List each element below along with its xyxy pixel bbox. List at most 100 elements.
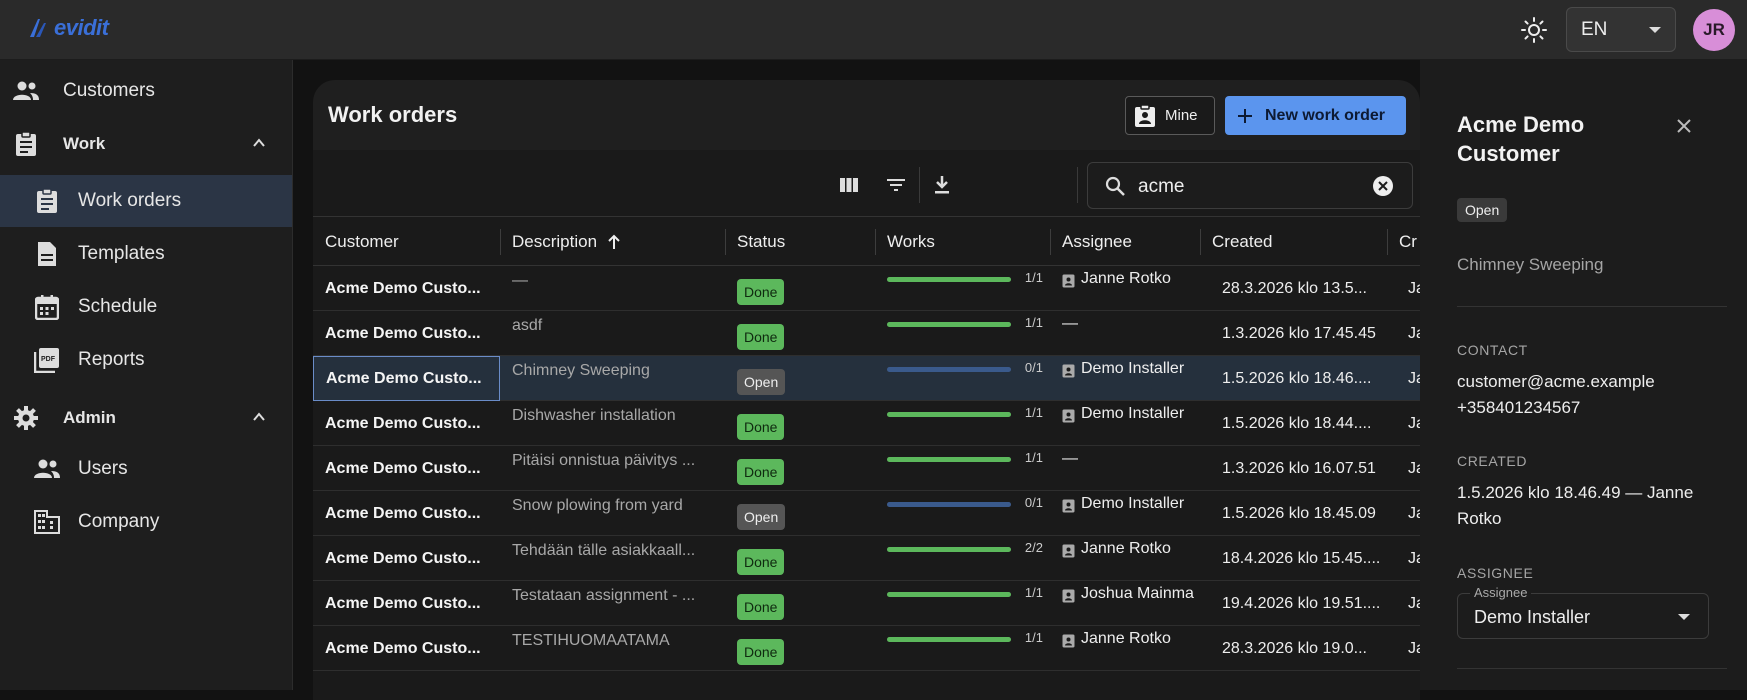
cell-customer[interactable]: Acme Demo Custo... bbox=[313, 266, 500, 311]
language-select[interactable]: EN bbox=[1566, 7, 1676, 52]
works-progress-bar bbox=[887, 547, 1011, 552]
sidebar-item-templates[interactable]: Templates bbox=[0, 228, 292, 280]
mine-filter-button[interactable]: Mine bbox=[1125, 96, 1215, 135]
table-row[interactable]: Acme Demo Custo... Chimney Sweeping Open 0/… bbox=[313, 356, 1420, 401]
app-logo[interactable]: evidit bbox=[26, 12, 109, 44]
cell-created: 1.5.2026 klo 18.46.... bbox=[1222, 369, 1372, 387]
cell-assignee: Janne Rotko bbox=[1062, 536, 1210, 581]
person-badge-icon bbox=[1062, 585, 1075, 603]
new-work-order-button[interactable]: New work order bbox=[1225, 96, 1406, 135]
cell-works: 1/1 bbox=[887, 266, 1047, 311]
cell-customer[interactable]: Acme Demo Custo... bbox=[313, 536, 500, 581]
clear-search-icon[interactable] bbox=[1372, 175, 1394, 197]
sidebar-group-admin[interactable]: Admin bbox=[0, 392, 292, 444]
cell-works: 1/1 bbox=[887, 311, 1047, 356]
person-badge-icon bbox=[1062, 405, 1075, 423]
sidebar-item-reports[interactable]: PDF Reports bbox=[0, 334, 292, 386]
cell-created-by: Jan bbox=[1408, 639, 1420, 657]
cell-description: Snow plowing from yard bbox=[512, 497, 683, 514]
cell-works: 1/1 bbox=[887, 581, 1047, 626]
sidebar-group-work[interactable]: Work bbox=[0, 118, 292, 170]
cell-customer[interactable]: Acme Demo Custo... bbox=[313, 446, 500, 491]
works-progress-bar bbox=[887, 637, 1011, 642]
cell-description: Testataan assignment - ... bbox=[512, 587, 696, 604]
assignee-name: — bbox=[1062, 315, 1078, 332]
assignee-name: — bbox=[1062, 450, 1078, 467]
export-button[interactable] bbox=[929, 172, 955, 198]
cell-customer[interactable]: Acme Demo Custo... bbox=[313, 581, 500, 626]
cell-customer[interactable]: Acme Demo Custo... bbox=[313, 626, 500, 671]
filter-button[interactable] bbox=[883, 172, 909, 198]
theme-toggle-button[interactable] bbox=[1518, 14, 1550, 46]
column-header-description[interactable]: Description bbox=[500, 217, 725, 267]
cell-assignee: Janne Rotko bbox=[1062, 266, 1210, 311]
sidebar: Customers Work Work orders Templates Sch… bbox=[0, 60, 293, 690]
building-icon bbox=[33, 508, 61, 536]
cell-created-by: Jan bbox=[1408, 549, 1420, 567]
sidebar-item-users[interactable]: Users bbox=[0, 443, 292, 495]
cell-customer[interactable]: Acme Demo Custo... bbox=[313, 401, 500, 446]
sidebar-item-company[interactable]: Company bbox=[0, 496, 292, 548]
panel-status-badge: Open bbox=[1457, 198, 1508, 222]
cell-works: 1/1 bbox=[887, 401, 1047, 446]
table-row[interactable]: Acme Demo Custo... Snow plowing from yard… bbox=[313, 491, 1420, 536]
contact-phone[interactable]: +358401234567 bbox=[1457, 395, 1727, 421]
sidebar-item-label: Reports bbox=[78, 349, 145, 370]
table-row[interactable]: Acme Demo Custo... TESTIHUOMAATAMA Done 1/1… bbox=[313, 626, 1420, 671]
cell-assignee: Demo Installer bbox=[1062, 356, 1210, 401]
cell-created: 18.4.2026 klo 15.45.... bbox=[1222, 549, 1380, 567]
cell-status: Done bbox=[737, 401, 877, 446]
chevron-down-icon bbox=[1649, 27, 1661, 33]
column-header-works[interactable]: Works bbox=[875, 217, 1050, 267]
column-header-status[interactable]: Status bbox=[725, 217, 875, 267]
clipboard-icon bbox=[12, 130, 40, 158]
created-heading: CREATED bbox=[1457, 453, 1528, 469]
search-field[interactable]: acme bbox=[1087, 162, 1413, 209]
works-count: 1/1 bbox=[1024, 585, 1043, 600]
cell-customer[interactable]: Acme Demo Custo... bbox=[313, 491, 500, 536]
works-progress-fill bbox=[887, 547, 1011, 552]
cell-created: 1.3.2026 klo 17.45.45 bbox=[1222, 324, 1376, 342]
contact-email[interactable]: customer@acme.example bbox=[1457, 369, 1727, 395]
cell-customer[interactable]: Acme Demo Custo... bbox=[313, 356, 500, 401]
cell-works: 0/1 bbox=[887, 491, 1047, 536]
cell-status: Done bbox=[737, 626, 877, 671]
works-count: 1/1 bbox=[1024, 315, 1043, 330]
toolbar-divider bbox=[1077, 167, 1078, 203]
close-icon[interactable] bbox=[1676, 118, 1692, 134]
sort-ascending-icon[interactable] bbox=[607, 234, 621, 250]
search-icon bbox=[1105, 176, 1125, 196]
gear-icon bbox=[12, 404, 40, 432]
cell-description: TESTIHUOMAATAMA bbox=[512, 632, 670, 649]
status-badge: Open bbox=[737, 368, 786, 395]
table-row[interactable]: Acme Demo Custo... Tehdään tälle asiakkaa… bbox=[313, 536, 1420, 581]
cell-created-by: Jan bbox=[1408, 279, 1420, 297]
cell-status: Done bbox=[737, 446, 877, 491]
search-input[interactable]: acme bbox=[1138, 176, 1184, 198]
sidebar-item-customers[interactable]: Customers bbox=[0, 65, 292, 117]
table-row[interactable]: Acme Demo Custo... — Done 1/1 Janne Rotko 28.… bbox=[313, 266, 1420, 311]
cell-customer[interactable]: Acme Demo Custo... bbox=[313, 311, 500, 356]
sidebar-item-schedule[interactable]: Schedule bbox=[0, 281, 292, 333]
column-header-created-by[interactable]: Cr bbox=[1387, 217, 1420, 267]
column-header-created[interactable]: Created bbox=[1200, 217, 1385, 267]
table-row[interactable]: Acme Demo Custo... Dishwasher installatio… bbox=[313, 401, 1420, 446]
cell-description: — bbox=[512, 272, 528, 289]
column-header-customer[interactable]: Customer bbox=[313, 217, 500, 267]
table-row[interactable]: Acme Demo Custo... Pitäisi onnistua päivi… bbox=[313, 446, 1420, 491]
table-row[interactable]: Acme Demo Custo... Testataan assignment -… bbox=[313, 581, 1420, 626]
assignee-select[interactable]: Assignee Demo Installer bbox=[1457, 585, 1709, 639]
cell-status: Open bbox=[737, 356, 877, 401]
cell-works: 0/1 bbox=[887, 356, 1047, 401]
svg-text:PDF: PDF bbox=[41, 356, 56, 363]
created-text: 1.5.2026 klo 18.46.49 — Janne Rotko bbox=[1457, 483, 1694, 528]
table-row[interactable]: Acme Demo Custo... asdf Done 1/1 — 1.3.2026 k… bbox=[313, 311, 1420, 356]
user-avatar[interactable]: JR bbox=[1693, 9, 1735, 51]
people-icon bbox=[33, 455, 61, 483]
works-count: 1/1 bbox=[1024, 270, 1043, 285]
columns-button[interactable] bbox=[836, 172, 862, 198]
sidebar-item-work-orders[interactable]: Work orders bbox=[0, 175, 292, 227]
column-header-assignee[interactable]: Assignee bbox=[1050, 217, 1200, 267]
panel-description: Chimney Sweeping bbox=[1457, 255, 1604, 274]
cell-created-by: Jan bbox=[1408, 324, 1420, 342]
